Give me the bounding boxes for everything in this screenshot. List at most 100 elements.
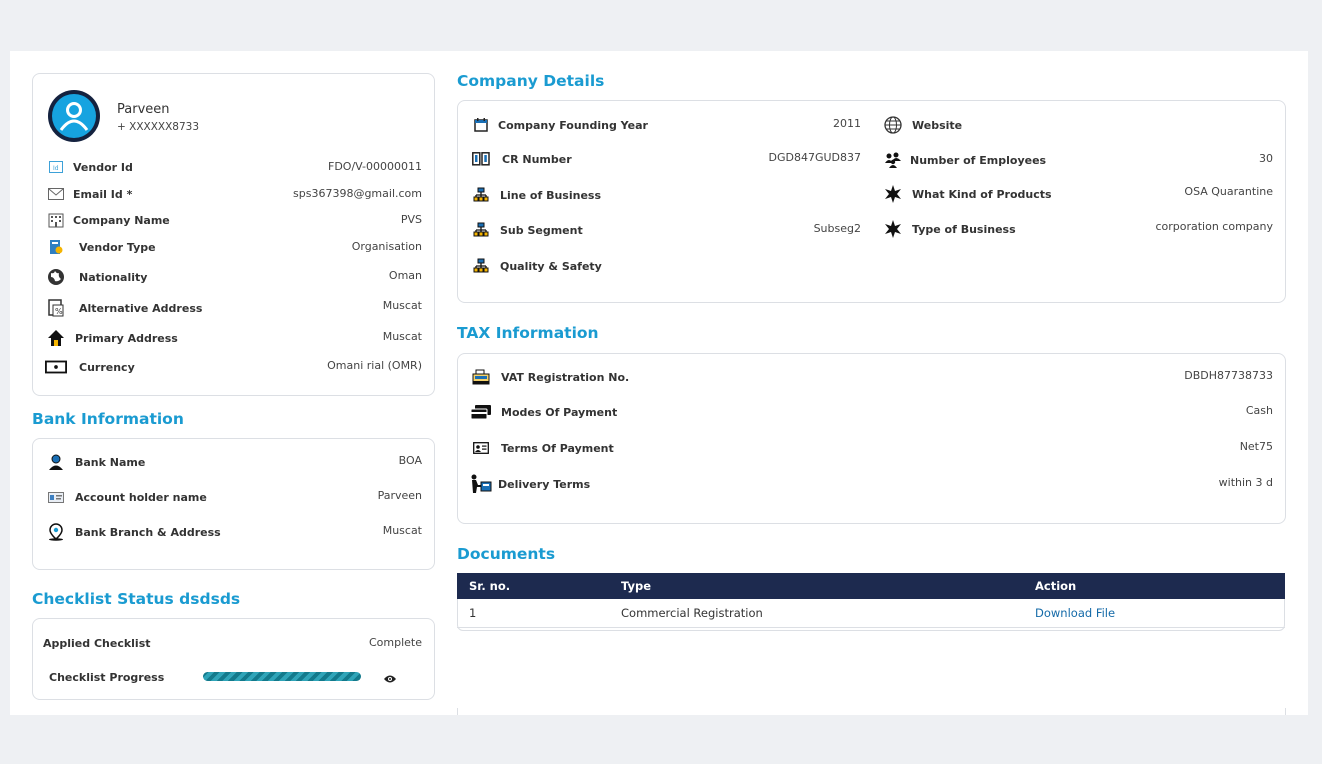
- nationality-label: Nationality: [79, 270, 148, 284]
- terms-of-payment-label: Terms Of Payment: [501, 441, 614, 455]
- card-id-icon: [45, 487, 67, 507]
- alternative-address-label: Alternative Address: [79, 301, 203, 315]
- bank-information-card: Bank Name BOA Account holder name Parvee…: [32, 438, 435, 570]
- address-doc-icon: %: [45, 298, 67, 318]
- user-icon: [52, 94, 96, 138]
- bank-branch-label: Bank Branch & Address: [75, 525, 221, 539]
- vendor-type-value: Organisation: [351, 240, 422, 253]
- terms-of-payment-value: Net75: [1239, 440, 1273, 453]
- primary-address-row: Primary Address: [45, 327, 178, 349]
- table-row: 1 Commercial Registration Download File: [457, 599, 1285, 628]
- header-type: Type: [609, 573, 1023, 599]
- employees-label: Number of Employees: [910, 153, 1047, 167]
- svg-text:%: %: [55, 307, 63, 316]
- banker-icon: [45, 452, 67, 472]
- vat-row: VAT Registration No.: [470, 366, 629, 388]
- company-details-card: Company Founding Year 2011 CR Number DGD…: [457, 100, 1286, 303]
- contact-card-icon: [470, 438, 492, 458]
- sub-segment-label: Sub Segment: [500, 223, 583, 237]
- people-icon: [882, 150, 904, 170]
- org-chart-icon: [470, 220, 492, 240]
- www-globe-icon: [882, 115, 904, 135]
- modes-of-payment-row: Modes Of Payment: [470, 401, 617, 423]
- kind-of-products-row: What Kind of Products: [882, 183, 1052, 205]
- checklist-card: Applied Checklist Complete Checklist Pro…: [32, 618, 435, 700]
- cr-number-row: CR Number: [470, 148, 572, 170]
- company-name-row: Company Name: [45, 209, 170, 231]
- vendor-phone: + XXXXXX8733: [117, 121, 200, 133]
- founding-year-row: Company Founding Year: [470, 114, 648, 136]
- company-name-label: Company Name: [73, 213, 170, 227]
- document-badge-icon: [45, 237, 67, 257]
- partial-card-edge-right: [1285, 708, 1286, 715]
- quality-safety-row: Quality & Safety: [470, 255, 602, 277]
- currency-label: Currency: [79, 360, 135, 374]
- avatar: [48, 90, 100, 142]
- eye-icon[interactable]: [383, 669, 397, 688]
- location-pin-icon: [45, 522, 67, 542]
- kind-of-products-label: What Kind of Products: [912, 187, 1052, 201]
- sub-segment-value: Subseg2: [813, 222, 861, 235]
- bank-branch-row: Bank Branch & Address: [45, 521, 221, 543]
- cash-register-icon: [470, 367, 492, 387]
- company-name-value: PVS: [400, 213, 422, 226]
- main-panel: Parveen + XXXXXX8733 Id Vendor Id FDO/V-…: [10, 51, 1308, 715]
- checklist-status-title: Checklist Status dsdsds: [32, 590, 241, 608]
- modes-of-payment-label: Modes Of Payment: [501, 405, 618, 419]
- email-row: Email Id *: [45, 183, 132, 205]
- founding-year-value: 2011: [833, 117, 861, 130]
- globe-icon: [45, 267, 67, 287]
- bank-information-title: Bank Information: [32, 410, 184, 428]
- vendor-profile-card: Parveen + XXXXXX8733 Id Vendor Id FDO/V-…: [32, 73, 435, 396]
- applied-checklist-value: Complete: [368, 636, 422, 649]
- modes-of-payment-value: Cash: [1245, 404, 1273, 417]
- line-of-business-label: Line of Business: [500, 188, 601, 202]
- tax-information-card: VAT Registration No. DBDH87738733 Modes …: [457, 353, 1286, 524]
- documents-title: Documents: [457, 545, 556, 563]
- quality-safety-label: Quality & Safety: [500, 259, 602, 273]
- doc-sr-no: 1: [457, 599, 609, 628]
- vendor-name: Parveen: [117, 102, 170, 117]
- header-action: Action: [1023, 573, 1285, 599]
- envelope-icon: [45, 184, 67, 204]
- bank-name-label: Bank Name: [75, 455, 146, 469]
- calendar-icon: [470, 115, 492, 135]
- org-chart-icon: [470, 256, 492, 276]
- documents-table: Sr. no. Type Action 1 Commercial Registr…: [457, 573, 1285, 628]
- delivery-terms-value: within 3 d: [1218, 476, 1273, 489]
- employees-value: 30: [1259, 152, 1273, 165]
- vendor-id-value: FDO/V-00000011: [328, 160, 422, 173]
- vendor-type-label: Vendor Type: [79, 240, 156, 254]
- banknote-icon: [45, 357, 67, 377]
- bank-branch-value: Muscat: [382, 524, 422, 537]
- type-of-business-label: Type of Business: [912, 222, 1016, 236]
- email-label: Email Id *: [73, 187, 133, 201]
- type-of-business-value: corporation company: [1155, 220, 1273, 233]
- line-of-business-row: Line of Business: [470, 184, 601, 206]
- email-value: sps367398@gmail.com: [293, 187, 422, 200]
- employees-row: Number of Employees: [882, 149, 1046, 171]
- header-sr-no: Sr. no.: [457, 573, 609, 599]
- vendor-id-label: Vendor Id: [73, 160, 133, 174]
- primary-address-value: Muscat: [382, 330, 422, 343]
- cr-number-value: DGD847GUD837: [768, 151, 861, 164]
- checklist-progress-label: Checklist Progress: [49, 671, 165, 684]
- terms-of-payment-row: Terms Of Payment: [470, 437, 614, 459]
- alternative-address-row: % Alternative Address: [45, 297, 202, 319]
- applied-checklist-label: Applied Checklist: [43, 637, 151, 650]
- currency-value: Omani rial (OMR): [327, 359, 422, 372]
- credit-card-icon: [470, 402, 492, 422]
- vat-value: DBDH87738733: [1184, 369, 1273, 382]
- org-chart-icon: [470, 185, 492, 205]
- vat-label: VAT Registration No.: [501, 370, 630, 384]
- delivery-terms-label: Delivery Terms: [498, 477, 591, 491]
- id-card-icon: Id: [45, 157, 67, 177]
- primary-address-label: Primary Address: [75, 331, 178, 345]
- vendor-type-row: Vendor Type: [45, 236, 156, 258]
- nationality-value: Oman: [388, 269, 422, 282]
- account-holder-row: Account holder name: [45, 486, 207, 508]
- cr-number-icon: [470, 149, 492, 169]
- star-burst-icon: [882, 184, 904, 204]
- tax-information-title: TAX Information: [457, 324, 599, 342]
- download-file-link[interactable]: Download File: [1035, 606, 1115, 620]
